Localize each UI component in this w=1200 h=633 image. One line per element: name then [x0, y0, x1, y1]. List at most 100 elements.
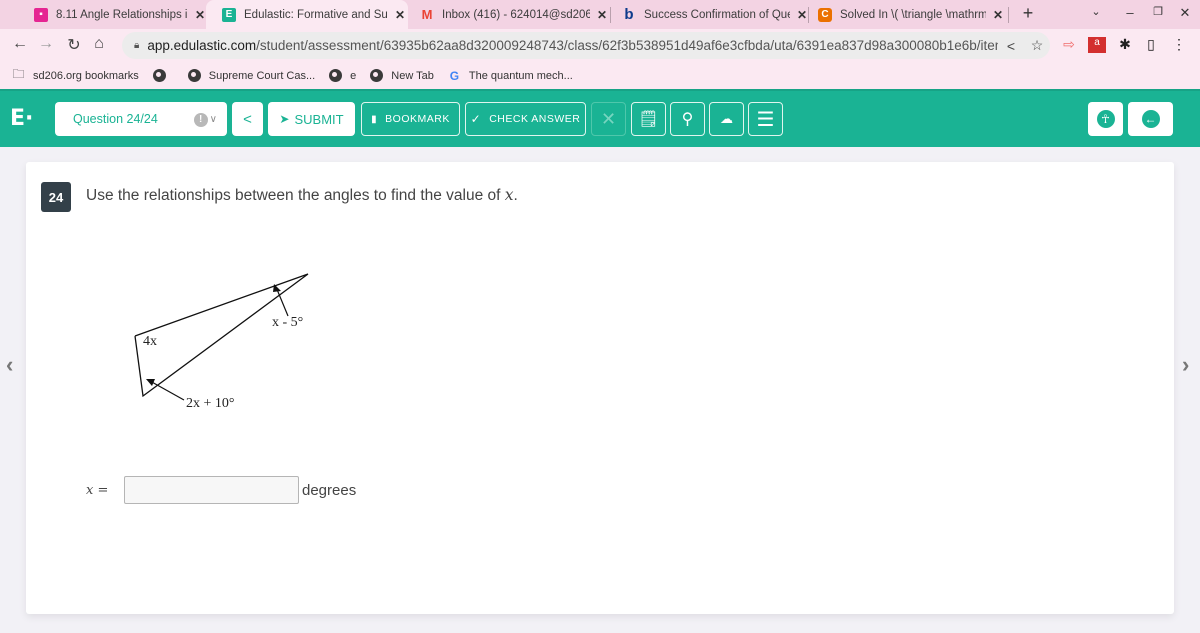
url-text[interactable]: app.edulastic.com/student/assessment/639… — [147, 38, 998, 53]
close-window-button[interactable]: ✕ — [1175, 5, 1195, 21]
bookmark-new-tab[interactable]: New Tab — [370, 69, 434, 82]
exit-button[interactable]: ← — [1128, 102, 1173, 136]
previous-question-arrow[interactable]: ‹ — [6, 352, 13, 378]
extensions-puzzle-icon[interactable]: ✱ — [1116, 36, 1134, 53]
bookmark-label: e — [350, 69, 357, 82]
bookmark-label: sd206.org bookmarks — [33, 69, 139, 82]
forward-button[interactable]: → — [36, 35, 56, 53]
close-icon[interactable]: ✕ — [990, 8, 1006, 22]
scratchpad-button[interactable]: 🗒︎ — [631, 102, 666, 136]
chegg-icon: C — [818, 7, 832, 22]
tab-chegg-solved[interactable]: C Solved In \( \triangle \mathrm ✕ — [802, 0, 1006, 29]
edulastic-icon: E — [222, 7, 236, 22]
google-icon: G — [449, 68, 460, 83]
new-tab-button[interactable]: + — [1018, 3, 1038, 24]
question-variable: x — [504, 186, 514, 204]
next-question-arrow[interactable]: › — [1182, 352, 1189, 378]
tab-title: Inbox (416) - 624014@sd206. — [442, 8, 590, 21]
tab-title: Success Confirmation of Ques — [644, 8, 790, 21]
angle-label-2x-plus-10: 2x + 10° — [186, 396, 235, 411]
question-text-end: . — [513, 187, 518, 204]
submit-label: SUBMIT — [294, 111, 344, 127]
tab-title: Solved In \( \triangle \mathrm — [840, 8, 986, 21]
menu-kebab-icon[interactable]: ⋮ — [1170, 36, 1188, 53]
line-reader-button[interactable]: ☰ — [748, 102, 783, 136]
notepad-icon: 🗒︎ — [638, 111, 659, 128]
reload-button[interactable]: ↻ — [64, 35, 84, 55]
tab-angle-relationships[interactable]: ▪ 8.11 Angle Relationships in Pa ✕ — [18, 0, 208, 29]
check-answer-button[interactable]: ✓ CHECK ANSWER — [465, 102, 586, 136]
magnifier-button[interactable]: ⚲ — [670, 102, 705, 136]
accessibility-button[interactable]: ☥ — [1088, 102, 1123, 136]
lock-icon: 🔒︎ — [134, 40, 140, 51]
bookmark-e[interactable]: e — [329, 69, 356, 82]
tab-strip: ▪ 8.11 Angle Relationships in Pa ✕ E Edu… — [0, 0, 1200, 29]
send-icon: ➤ — [279, 112, 290, 126]
previous-question-button[interactable]: < — [232, 102, 263, 136]
answer-input[interactable] — [124, 476, 299, 504]
magnifier-icon: ⚲ — [681, 111, 694, 128]
triangle-figure: 4x 2x + 10° x - 5° — [134, 273, 309, 411]
answer-eliminator-button[interactable]: ✕ — [591, 102, 626, 136]
tab-title: Edulastic: Formative and Sum — [244, 8, 388, 21]
bookmark-quantum[interactable]: G The quantum mech... — [448, 68, 573, 83]
bookmark-label: The quantum mech... — [468, 69, 573, 82]
globe-icon — [187, 69, 201, 82]
tab-separator — [1008, 7, 1009, 23]
home-button[interactable]: ⌂ — [89, 35, 109, 53]
bookmark-icon: ▮ — [371, 113, 378, 125]
line-reader-icon: ☰ — [756, 108, 775, 131]
question-selector[interactable]: Question 24/24 ! ∨ — [55, 102, 227, 136]
globe-icon — [152, 69, 166, 82]
bookmark-sd206-folder[interactable]: 🗀︎ sd206.org bookmarks — [12, 67, 139, 82]
accessibility-icon: ☥ — [1096, 110, 1115, 128]
bookmark-supreme-court[interactable]: Supreme Court Cas... — [187, 69, 316, 82]
angle-label-4x: 4x — [143, 334, 157, 349]
minimize-button[interactable]: – — [1120, 5, 1140, 20]
triangle-outline — [134, 273, 309, 398]
upload-button[interactable]: ☁ — [709, 102, 744, 136]
submit-button[interactable]: ➤ SUBMIT — [268, 102, 355, 136]
question-selector-label: Question 24/24 — [73, 112, 158, 126]
bookmark-globe[interactable] — [152, 69, 174, 82]
tab-success-confirmation[interactable]: b Success Confirmation of Ques ✕ — [606, 0, 810, 29]
tab-search-chevron-icon[interactable]: ⌄ — [1086, 5, 1106, 18]
address-bar[interactable]: 🔒︎ app.edulastic.com/student/assessment/… — [122, 32, 1050, 59]
assessment-header: E· Question 24/24 ! ∨ < ➤ SUBMIT ▮ BOOKMA… — [0, 89, 1200, 147]
tab-gmail-inbox[interactable]: M Inbox (416) - 624014@sd206. ✕ — [404, 0, 610, 29]
chevron-down-icon: ∨ — [209, 114, 217, 126]
angle-label-x-minus-5: x - 5° — [272, 315, 303, 330]
bookmark-label: New Tab — [391, 69, 434, 82]
close-icon: ✕ — [600, 108, 617, 129]
restore-button[interactable]: ❐ — [1148, 5, 1168, 18]
bookmarks-bar: 🗀︎ sd206.org bookmarks Supreme Court Cas… — [0, 62, 1200, 89]
exclamation-icon: ! — [193, 112, 208, 127]
bookmark-button[interactable]: ▮ BOOKMARK — [361, 102, 460, 136]
question-number-badge: 24 — [41, 182, 71, 212]
question-text: Use the relationships between the angles… — [86, 187, 505, 204]
gmail-icon: M — [421, 7, 433, 22]
bookmark-label: BOOKMARK — [385, 113, 450, 125]
extension-red-icon[interactable]: a — [1088, 37, 1106, 53]
url-path: /student/assessment/63935b62aa8d32000924… — [256, 38, 998, 53]
angle-arrow-bottom — [149, 380, 185, 401]
tab-title: 8.11 Angle Relationships in Pa — [56, 8, 188, 21]
folder-icon: 🗀︎ — [12, 67, 25, 81]
exit-arrow-icon: ← — [1141, 110, 1160, 128]
bookmark-label: Supreme Court Cas... — [208, 69, 316, 82]
share-icon[interactable]: < — [998, 38, 1024, 54]
question-stem: Use the relationships between the angles… — [86, 186, 518, 205]
question-card: 24 Use the relationships between the ang… — [26, 162, 1174, 614]
chevron-left-icon: < — [243, 110, 252, 128]
tab-edulastic[interactable]: E Edulastic: Formative and Sum ✕ — [206, 0, 408, 29]
cloud-upload-icon: ☁ — [720, 111, 733, 126]
back-button[interactable]: ← — [10, 35, 30, 53]
edulastic-logo[interactable]: E· — [10, 106, 33, 131]
url-domain: app.edulastic.com — [147, 38, 257, 53]
globe-icon — [370, 69, 384, 82]
answer-unit: degrees — [302, 481, 357, 499]
star-icon[interactable]: ☆ — [1024, 37, 1050, 54]
side-panel-icon[interactable]: ▯ — [1142, 36, 1160, 53]
extension-arrow-icon[interactable]: ⇨ — [1060, 36, 1078, 53]
classroom-icon: ▪ — [34, 7, 48, 22]
